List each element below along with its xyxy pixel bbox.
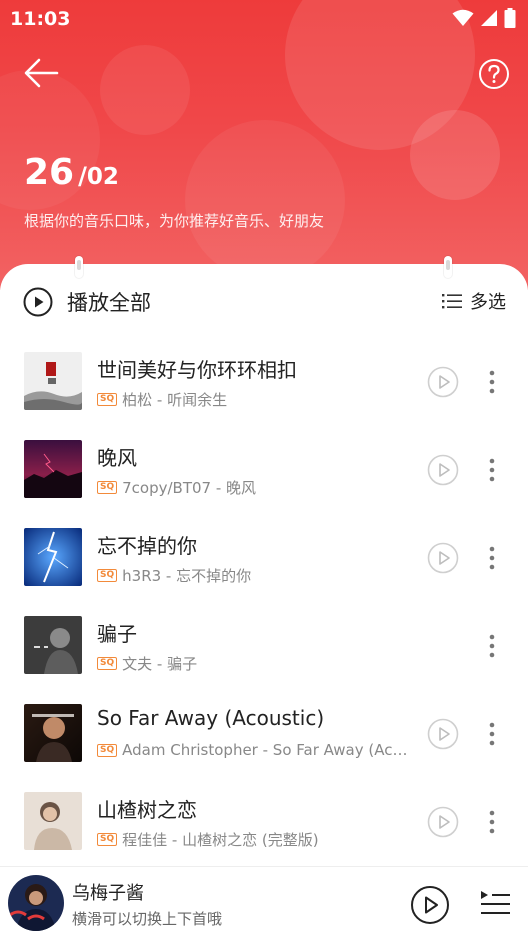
- song-cover: [24, 704, 82, 762]
- header-subtitle: 根据你的音乐口味，为你推荐好音乐、好朋友: [24, 212, 325, 230]
- song-artist-album: Adam Christopher - So Far Away (Acoustic…: [122, 741, 413, 759]
- more-vertical-icon: [489, 546, 495, 570]
- multi-select-button[interactable]: 多选: [442, 288, 506, 314]
- song-artist-album: h3R3 - 忘不掉的你: [122, 567, 252, 585]
- play-circle-icon: [427, 542, 459, 574]
- song-cover: [24, 616, 82, 674]
- more-options-button[interactable]: [484, 456, 500, 484]
- mv-play-button[interactable]: [427, 366, 459, 398]
- quality-badge: SQ: [97, 657, 118, 670]
- song-list: 世间美好与你环环相扣 SQ 柏松 - 听闻余生 晚风 SQ 7copy/BT07…: [0, 338, 528, 866]
- quality-badge: SQ: [97, 833, 118, 846]
- song-artist-album: 程佳佳 - 山楂树之恋 (完整版): [122, 831, 319, 849]
- status-icons: [452, 8, 516, 28]
- signal-icon: [481, 10, 497, 26]
- help-button[interactable]: [478, 58, 510, 90]
- song-row[interactable]: So Far Away (Acoustic) SQ Adam Christoph…: [0, 690, 528, 778]
- playlist-icon: [481, 891, 510, 914]
- play-circle-icon: [411, 886, 449, 924]
- song-subtitle: SQ h3R3 - 忘不掉的你: [97, 565, 413, 586]
- status-bar: 11:03: [0, 0, 528, 36]
- status-time: 11:03: [10, 8, 71, 30]
- quality-badge: SQ: [97, 569, 118, 582]
- play-circle-icon: [427, 454, 459, 486]
- play-circle-icon: [427, 718, 459, 750]
- multi-select-label: 多选: [470, 292, 506, 313]
- song-row[interactable]: 骗子 SQ 文夫 - 骗子: [0, 602, 528, 690]
- song-title: So Far Away (Acoustic): [97, 706, 325, 730]
- back-button[interactable]: [22, 56, 60, 90]
- decor-bubble: [410, 110, 500, 200]
- play-all-button[interactable]: 播放全部: [23, 284, 151, 320]
- decor-bubble: [100, 45, 190, 135]
- mv-play-button[interactable]: [427, 806, 459, 838]
- song-row[interactable]: 世间美好与你环环相扣 SQ 柏松 - 听闻余生: [0, 338, 528, 426]
- play-circle-icon: [427, 366, 459, 398]
- mini-play-button[interactable]: [410, 885, 450, 925]
- mini-player-title: 乌梅子酱: [72, 883, 144, 904]
- song-artist-album: 7copy/BT07 - 晚风: [122, 479, 257, 497]
- more-options-button[interactable]: [484, 808, 500, 836]
- song-artist-album: 文夫 - 骗子: [122, 655, 198, 673]
- play-all-label: 播放全部: [67, 291, 151, 315]
- song-title: 忘不掉的你: [97, 534, 197, 558]
- song-artist-album: 柏松 - 听闻余生: [122, 391, 228, 409]
- mini-player-cover: [8, 875, 64, 931]
- decor-bubble: [185, 120, 345, 280]
- song-row[interactable]: 忘不掉的你 SQ h3R3 - 忘不掉的你: [0, 514, 528, 602]
- song-cover: [24, 792, 82, 850]
- battery-icon: [504, 8, 516, 28]
- quality-badge: SQ: [97, 481, 118, 494]
- song-row[interactable]: 晚风 SQ 7copy/BT07 - 晚风: [0, 426, 528, 514]
- playlist-button[interactable]: [478, 887, 512, 921]
- song-row[interactable]: 山楂树之恋 SQ 程佳佳 - 山楂树之恋 (完整版): [0, 778, 528, 866]
- song-cover: [24, 528, 82, 586]
- more-options-button[interactable]: [484, 632, 500, 660]
- more-options-button[interactable]: [484, 720, 500, 748]
- song-title: 世间美好与你环环相扣: [97, 358, 297, 382]
- song-title: 晚风: [97, 446, 137, 470]
- mv-play-button[interactable]: [427, 454, 459, 486]
- wifi-icon: [452, 9, 474, 26]
- song-subtitle: SQ 程佳佳 - 山楂树之恋 (完整版): [97, 829, 413, 850]
- song-cover: [24, 352, 82, 410]
- quality-badge: SQ: [97, 393, 118, 406]
- mv-play-button[interactable]: [427, 718, 459, 750]
- song-subtitle: SQ Adam Christopher - So Far Away (Acous…: [97, 741, 413, 759]
- quality-badge: SQ: [97, 743, 118, 757]
- date-display: 26/02: [24, 152, 119, 193]
- card-pin-left: [75, 256, 83, 278]
- card-pin-right: [444, 256, 452, 278]
- song-subtitle: SQ 7copy/BT07 - 晚风: [97, 477, 413, 498]
- question-circle-icon: [479, 59, 509, 89]
- more-options-button[interactable]: [484, 544, 500, 572]
- play-circle-icon: [23, 287, 53, 317]
- song-subtitle: SQ 文夫 - 骗子: [97, 653, 413, 674]
- mini-player[interactable]: 乌梅子酱 横滑可以切换上下首哦: [0, 866, 528, 940]
- more-vertical-icon: [489, 722, 495, 746]
- play-circle-icon: [427, 806, 459, 838]
- date-separator: /: [78, 162, 87, 190]
- song-title: 山楂树之恋: [97, 798, 197, 822]
- mini-player-hint: 横滑可以切换上下首哦: [72, 910, 223, 928]
- song-title: 骗子: [97, 622, 137, 646]
- more-vertical-icon: [489, 458, 495, 482]
- arrow-left-icon: [24, 58, 59, 88]
- mv-play-button[interactable]: [427, 542, 459, 574]
- more-vertical-icon: [489, 634, 495, 658]
- more-vertical-icon: [489, 370, 495, 394]
- song-cover: [24, 440, 82, 498]
- list-toolbar: 播放全部 多选: [0, 282, 528, 322]
- date-day: 26: [24, 152, 75, 193]
- list-icon: [442, 294, 462, 309]
- song-subtitle: SQ 柏松 - 听闻余生: [97, 389, 413, 410]
- more-options-button[interactable]: [484, 368, 500, 396]
- more-vertical-icon: [489, 810, 495, 834]
- header-banner: 11:03 26/02 根据你的音乐口味，为你推荐好音乐、好朋友: [0, 0, 528, 290]
- date-month: 02: [86, 164, 119, 190]
